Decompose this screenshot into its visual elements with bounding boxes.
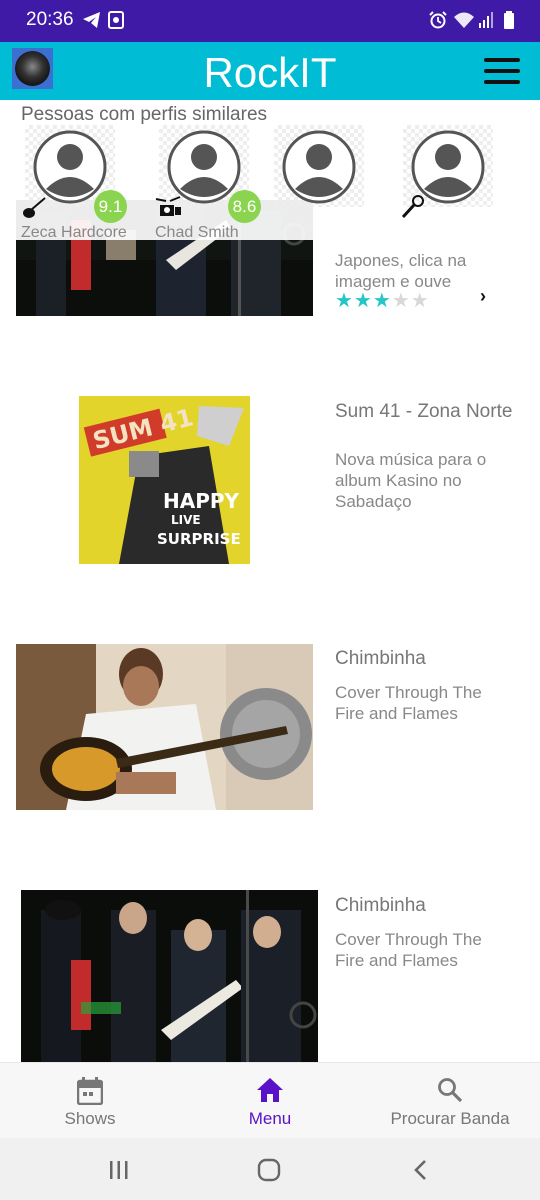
- microphone-icon: [401, 195, 424, 219]
- default-avatar-icon: [282, 130, 356, 204]
- feed-item-desc-2: Nova música para o album Kasino no Sabad…: [335, 450, 487, 511]
- bottom-navigation: Shows Menu Procurar Banda: [0, 1062, 540, 1138]
- similarity-score-badge: 8.6: [228, 190, 261, 223]
- star-filled-icon[interactable]: ★: [335, 290, 354, 312]
- wifi-icon: [454, 12, 474, 28]
- star-empty-icon[interactable]: ★: [392, 290, 411, 312]
- guitar-icon: [23, 197, 46, 218]
- app-bar: RockIT: [0, 42, 540, 100]
- similar-profile-card[interactable]: [274, 125, 364, 207]
- band-on-stage-photo: [21, 890, 318, 1062]
- similarity-score-badge: 9.1: [94, 190, 127, 223]
- telegram-icon: [83, 12, 100, 28]
- guitarist-photo: [16, 644, 313, 810]
- feed-item-title-4: Chimbinha: [335, 895, 426, 916]
- chevron-right-icon[interactable]: ›: [480, 286, 486, 307]
- similar-profile-name: Zeca Hardcore: [21, 224, 127, 241]
- cover-text-2: LIVE: [171, 513, 201, 527]
- feed-item-desc-4: Cover Through The Fire and Flames: [335, 930, 482, 970]
- alarm-icon: [429, 11, 447, 29]
- default-avatar-icon: [33, 130, 107, 204]
- rating-stars[interactable]: ★★★★★: [335, 288, 430, 313]
- system-navigation-bar: [0, 1138, 540, 1200]
- star-filled-icon[interactable]: ★: [373, 290, 392, 312]
- nav-item-shows[interactable]: Shows: [0, 1063, 180, 1139]
- calendar-icon: [77, 1077, 103, 1105]
- similar-profiles-label: Pessoas com perfis similares: [21, 104, 268, 125]
- drum-kit-icon: [155, 196, 181, 216]
- nav-label-shows: Shows: [64, 1109, 116, 1128]
- feed-item-image-2[interactable]: SUM 41 HAPPY LIVE SURPRISE: [79, 396, 250, 564]
- feed-item-title-3: Chimbinha: [335, 648, 426, 669]
- recents-icon[interactable]: [108, 1160, 130, 1180]
- feed-item-image-3[interactable]: [16, 644, 313, 810]
- screenshot-icon: [108, 11, 124, 29]
- default-avatar-icon: [167, 130, 241, 204]
- signal-icon: [479, 12, 493, 28]
- search-icon: [438, 1078, 463, 1103]
- cover-text-1: HAPPY: [163, 489, 240, 513]
- nav-item-procurar-banda[interactable]: Procurar Banda: [360, 1063, 540, 1139]
- similar-profile-name: Chad Smith: [155, 224, 239, 241]
- cover-text-3: SURPRISE: [157, 530, 241, 548]
- star-empty-icon[interactable]: ★: [411, 290, 430, 312]
- similar-profiles-panel: Pessoas com perfis similares 9.1 Zeca Ha…: [0, 100, 540, 241]
- home-circle-icon[interactable]: [257, 1158, 281, 1182]
- nav-label-menu: Menu: [248, 1109, 292, 1128]
- hamburger-menu-icon[interactable]: [484, 58, 520, 84]
- status-bar: 20:36: [0, 0, 540, 42]
- back-icon[interactable]: [412, 1159, 428, 1181]
- nav-label-procurar-banda: Procurar Banda: [390, 1109, 510, 1128]
- feed-item-title-2: Sum 41 - Zona Norte: [335, 401, 513, 422]
- feed-item-image-4[interactable]: [21, 890, 318, 1062]
- star-filled-icon[interactable]: ★: [354, 290, 373, 312]
- app-title: RockIT: [203, 49, 337, 96]
- battery-icon: [504, 11, 514, 29]
- sum41-album-cover: SUM 41 HAPPY LIVE SURPRISE: [79, 396, 250, 564]
- feed-item-desc-3: Cover Through The Fire and Flames: [335, 683, 482, 723]
- nav-item-menu[interactable]: Menu: [180, 1063, 360, 1139]
- status-time: 20:36: [26, 9, 74, 30]
- feed-list[interactable]: Japones, clica na imagem e ouve ★★★★★ › …: [0, 100, 540, 1062]
- home-icon: [257, 1078, 283, 1102]
